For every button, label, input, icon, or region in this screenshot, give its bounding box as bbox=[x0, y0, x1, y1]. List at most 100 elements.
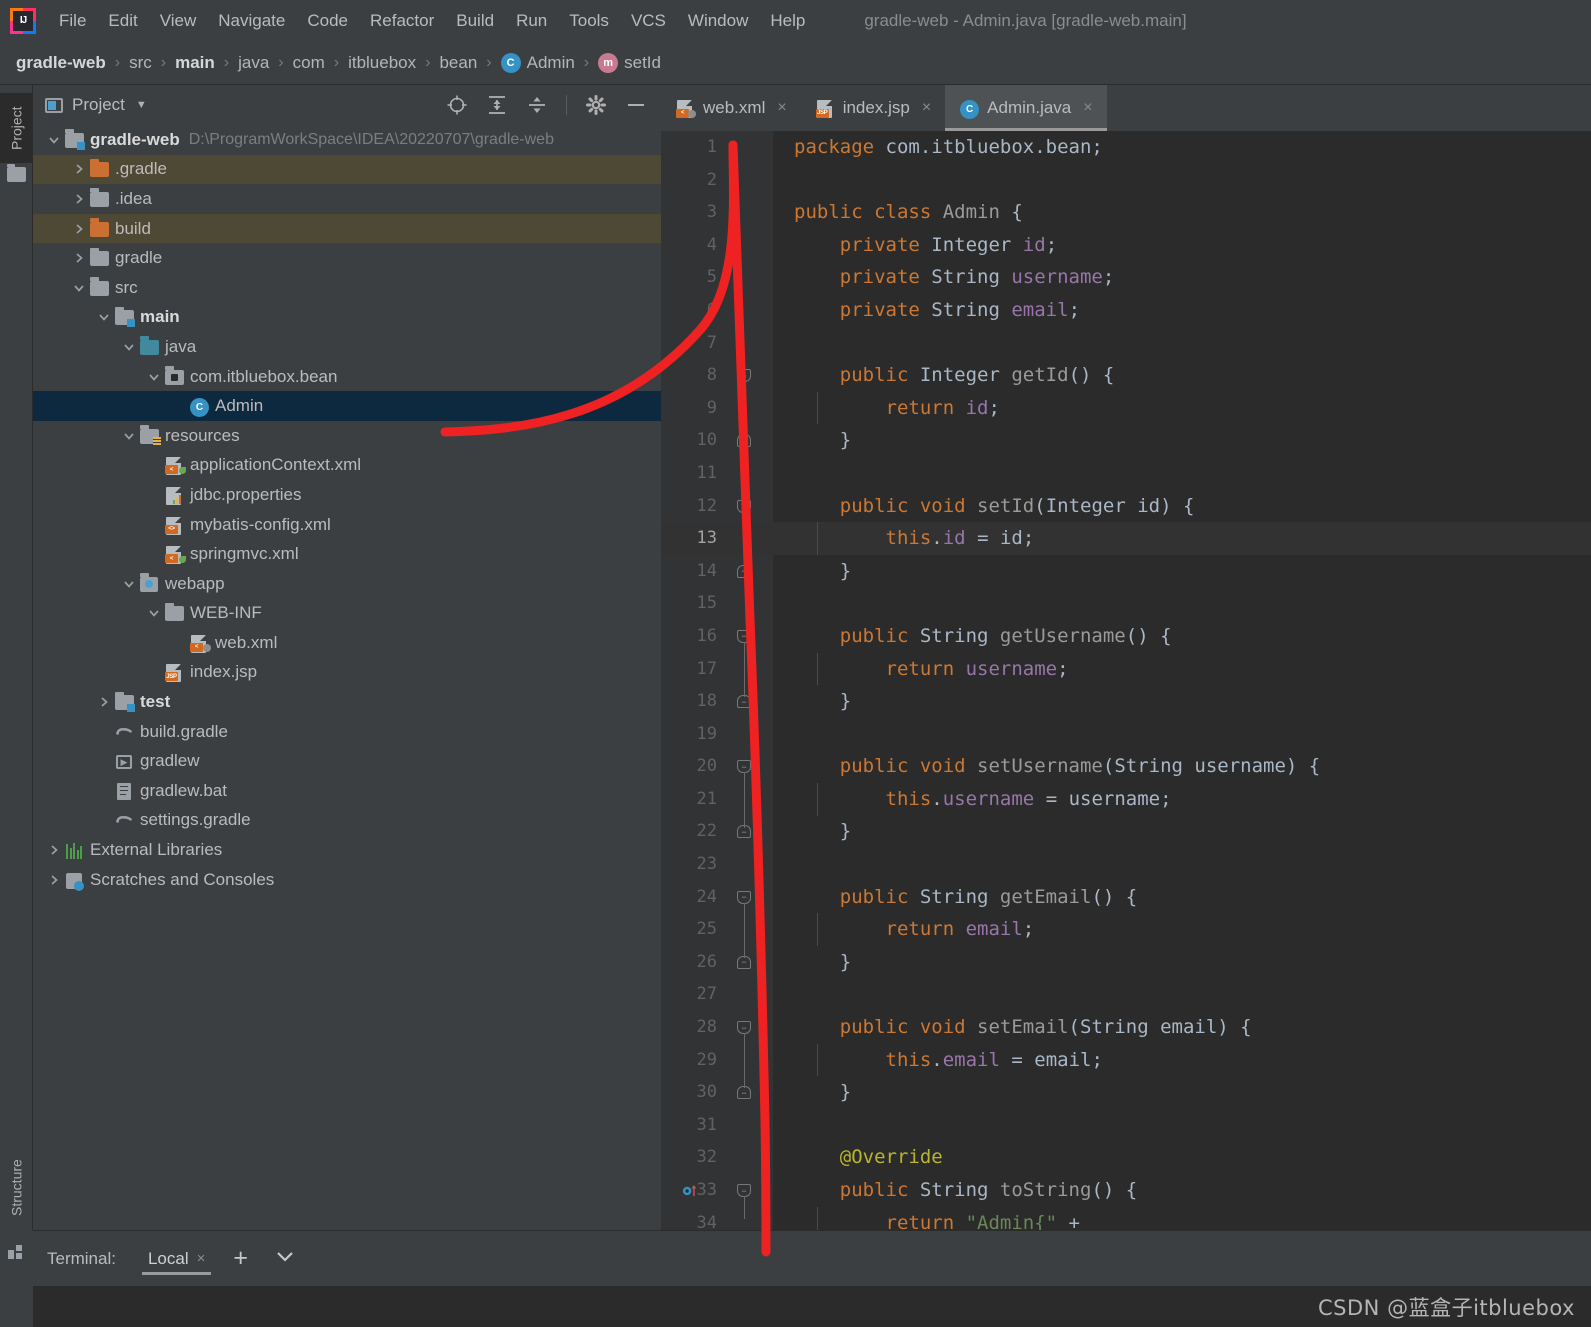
tree-node-main[interactable]: main bbox=[33, 303, 661, 333]
menu-item-window[interactable]: Window bbox=[677, 0, 759, 41]
close-icon[interactable]: × bbox=[777, 99, 786, 117]
tool-window-button-structure[interactable]: Structure bbox=[0, 1145, 33, 1230]
tree-node-com-itbluebox-bean[interactable]: com.itbluebox.bean bbox=[33, 362, 661, 392]
tree-node-external-libraries[interactable]: External Libraries bbox=[33, 835, 661, 865]
chevron-down-icon[interactable] bbox=[122, 340, 136, 354]
tree-node-resources[interactable]: resources bbox=[33, 421, 661, 451]
menu-item-code[interactable]: Code bbox=[296, 0, 359, 41]
menu-item-refactor[interactable]: Refactor bbox=[359, 0, 445, 41]
chevron-right-icon[interactable] bbox=[97, 695, 111, 709]
tree-node-index-jsp[interactable]: JSP index.jsp bbox=[33, 658, 661, 688]
chevron-down-icon[interactable] bbox=[97, 310, 111, 324]
chevron-right-icon[interactable] bbox=[72, 192, 86, 206]
breadcrumb-item-java[interactable]: java bbox=[238, 53, 269, 73]
locate-target-icon[interactable] bbox=[446, 94, 468, 116]
chevron-down-icon[interactable] bbox=[122, 577, 136, 591]
tree-node-java[interactable]: java bbox=[33, 332, 661, 362]
tree-node--gradle[interactable]: .gradle bbox=[33, 154, 661, 185]
tree-node-web-xml[interactable]: < web.xml bbox=[33, 628, 661, 658]
chevron-down-icon[interactable] bbox=[272, 1248, 298, 1269]
gutter-line: 26− bbox=[661, 946, 773, 979]
tree-node-web-inf[interactable]: WEB-INF bbox=[33, 599, 661, 629]
fold-collapse-icon[interactable]: − bbox=[737, 760, 751, 774]
code-content[interactable]: package com.itbluebox.bean; public class … bbox=[773, 131, 1591, 1230]
chevron-right-icon[interactable] bbox=[47, 873, 61, 887]
tree-node-mybatis-config-xml[interactable]: <> mybatis-config.xml bbox=[33, 510, 661, 540]
menu-item-view[interactable]: View bbox=[149, 0, 208, 41]
tree-node--idea[interactable]: .idea bbox=[33, 184, 661, 214]
overriding-method-icon[interactable] bbox=[682, 1182, 699, 1199]
editor-tab-admin-java[interactable]: C Admin.java × bbox=[945, 85, 1108, 131]
tree-node-springmvc-xml[interactable]: < springmvc.xml bbox=[33, 539, 661, 569]
breadcrumb-item-itbluebox[interactable]: itbluebox bbox=[348, 53, 416, 73]
tool-window-button-project[interactable]: Project bbox=[0, 93, 33, 163]
fold-collapse-icon[interactable]: − bbox=[737, 1184, 751, 1197]
close-icon[interactable]: × bbox=[922, 99, 931, 117]
tree-node-gradle-web[interactable]: gradle-web D:\ProgramWorkSpace\IDEA\20220… bbox=[33, 125, 661, 155]
editor-gutter[interactable]: 1 2 3 4 5 6 7 8−9 10−11 12−13 14−15 16−17 18−19 20−21… bbox=[661, 131, 773, 1233]
breadcrumb-item-src[interactable]: src bbox=[129, 53, 152, 73]
menu-item-vcs[interactable]: VCS bbox=[620, 0, 677, 41]
breadcrumb-item-setid[interactable]: m setId bbox=[598, 52, 661, 73]
chevron-down-icon[interactable] bbox=[72, 281, 86, 295]
tree-node-admin[interactable]: C Admin bbox=[33, 391, 661, 421]
chevron-right-icon[interactable] bbox=[47, 843, 61, 857]
tree-node-applicationcontext-xml[interactable]: < applicationContext.xml bbox=[33, 451, 661, 481]
tree-node-build-gradle[interactable]: build.gradle bbox=[33, 717, 661, 747]
expand-all-icon[interactable] bbox=[486, 94, 508, 116]
minimize-icon[interactable] bbox=[625, 94, 647, 116]
chevron-down-icon[interactable] bbox=[47, 133, 61, 147]
project-tree[interactable]: gradle-web D:\ProgramWorkSpace\IDEA\20220… bbox=[33, 125, 661, 1230]
menu-item-build[interactable]: Build bbox=[445, 0, 505, 41]
chevron-right-icon[interactable] bbox=[72, 222, 86, 236]
menu-item-navigate[interactable]: Navigate bbox=[207, 0, 296, 41]
terminal-tab-local[interactable]: Local × bbox=[141, 1241, 212, 1277]
menu-item-file[interactable]: File bbox=[48, 0, 97, 41]
tree-node-test[interactable]: test bbox=[33, 687, 661, 717]
breadcrumb-separator: › bbox=[278, 53, 284, 71]
breadcrumb-item-bean[interactable]: bean bbox=[439, 53, 477, 73]
collapse-all-icon[interactable] bbox=[526, 94, 548, 116]
menu-item-help[interactable]: Help bbox=[759, 0, 816, 41]
gutter-line: 23 bbox=[661, 848, 773, 881]
fold-collapse-icon[interactable]: − bbox=[737, 499, 751, 513]
tree-node-jdbc-properties[interactable]: jdbc.properties bbox=[33, 480, 661, 510]
line-number: 15 bbox=[696, 593, 717, 614]
tree-node-settings-gradle[interactable]: settings.gradle bbox=[33, 806, 661, 836]
menu-item-edit[interactable]: Edit bbox=[97, 0, 148, 41]
tree-node-build[interactable]: build bbox=[33, 213, 661, 244]
code-token: private bbox=[794, 233, 932, 256]
tree-node-gradlew-bat[interactable]: gradlew.bat bbox=[33, 776, 661, 806]
editor-tab-web-xml[interactable]: < web.xml × bbox=[661, 85, 801, 131]
chevron-down-icon[interactable]: ▼ bbox=[136, 99, 147, 111]
fold-region-bar bbox=[744, 381, 745, 437]
fold-collapse-icon[interactable]: − bbox=[737, 629, 751, 643]
gear-icon[interactable] bbox=[585, 94, 607, 116]
chevron-right-icon[interactable] bbox=[72, 251, 86, 265]
menu-item-run[interactable]: Run bbox=[505, 0, 558, 41]
tree-node-label: Admin bbox=[215, 396, 264, 416]
code-editor[interactable]: 1 2 3 4 5 6 7 8−9 10−11 12−13 14−15 16−17 18−19 20−21… bbox=[661, 131, 1591, 1233]
breadcrumb-item-gradle-web[interactable]: gradle-web bbox=[16, 53, 106, 73]
breadcrumb-item-admin[interactable]: C Admin bbox=[500, 52, 575, 73]
fold-collapse-icon[interactable]: − bbox=[737, 890, 751, 904]
java-class-icon: C bbox=[189, 397, 210, 418]
add-terminal-button[interactable]: + bbox=[233, 1244, 248, 1273]
chevron-right-icon[interactable] bbox=[72, 162, 86, 176]
tree-node-src[interactable]: src bbox=[33, 273, 661, 303]
menu-item-tools[interactable]: Tools bbox=[558, 0, 620, 41]
gradle-file-icon bbox=[114, 723, 135, 741]
breadcrumb-item-com[interactable]: com bbox=[293, 53, 325, 73]
close-icon[interactable]: × bbox=[197, 1250, 206, 1267]
chevron-down-icon[interactable] bbox=[147, 606, 161, 620]
breadcrumb-item-main[interactable]: main bbox=[175, 53, 215, 73]
chevron-down-icon[interactable] bbox=[147, 370, 161, 384]
tree-node-scratches-and-consoles[interactable]: Scratches and Consoles bbox=[33, 865, 661, 895]
close-icon[interactable]: × bbox=[1083, 99, 1092, 117]
tree-node-gradle[interactable]: gradle bbox=[33, 243, 661, 273]
chevron-down-icon[interactable] bbox=[122, 429, 136, 443]
tree-node-gradlew[interactable]: ▶ gradlew bbox=[33, 746, 661, 776]
editor-tab-index-jsp[interactable]: JSP index.jsp × bbox=[801, 85, 945, 131]
fold-collapse-icon[interactable]: − bbox=[737, 1021, 751, 1035]
tree-node-webapp[interactable]: webapp bbox=[33, 569, 661, 599]
